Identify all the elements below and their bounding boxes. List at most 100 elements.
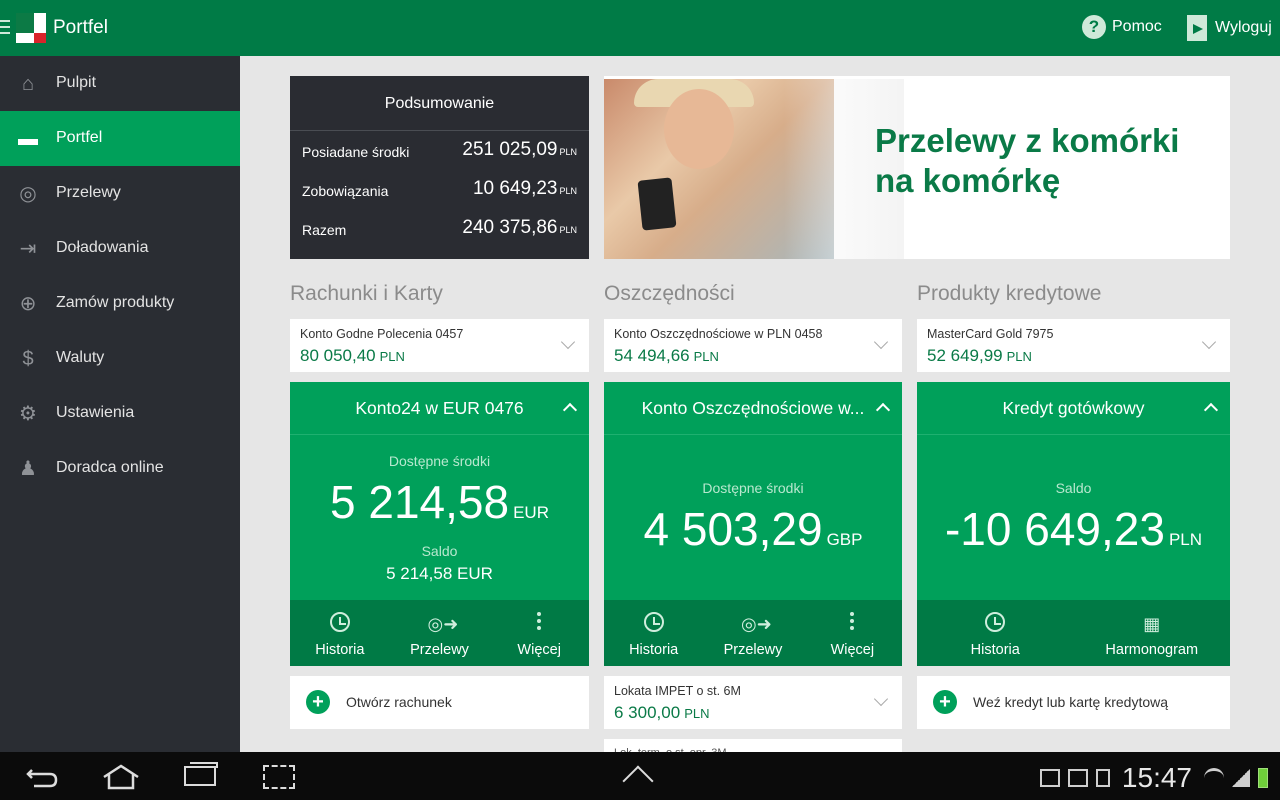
status-area: 15:47 xyxy=(1039,762,1268,794)
sidebar: ⌂ Pulpit ▬ Portfel ◎ Przelewy ⇥ Doładowa… xyxy=(0,56,240,752)
savings-amount: 54 494,66 PLN xyxy=(614,346,719,365)
logout-icon xyxy=(1187,15,1207,41)
recent-apps-icon[interactable] xyxy=(184,762,218,786)
deposit-amount: 6 300,00 PLN xyxy=(614,703,710,722)
sidebar-item-doladowania[interactable]: ⇥ Doładowania xyxy=(0,221,240,276)
history-button[interactable]: Historia xyxy=(917,600,1074,666)
savings-name: Konto Oszczędnościowe w PLN 0458 xyxy=(614,327,823,341)
logout-label: Wyloguj xyxy=(1215,19,1272,36)
chevron-up-icon[interactable] xyxy=(622,765,654,797)
transfers-button[interactable]: ◎➜ Przelewy xyxy=(390,600,490,666)
summary-label: Posiadane środki xyxy=(302,144,410,160)
available-label: Dostępne środki xyxy=(702,480,804,496)
credit-card-header[interactable]: Kredyt gotówkowy xyxy=(917,382,1230,435)
summary-label: Zobowiązania xyxy=(302,183,389,199)
phone-icon xyxy=(637,177,677,231)
sidebar-item-label: Ustawienia xyxy=(56,404,135,421)
transfer-icon: ◎ xyxy=(19,183,37,205)
sidebar-item-zamow-produkty[interactable]: ⊕ Zamów produkty xyxy=(0,276,240,331)
more-button[interactable]: Więcej xyxy=(489,600,589,666)
chevron-up-icon xyxy=(1203,402,1219,418)
more-button[interactable]: Więcej xyxy=(803,600,902,666)
sidebar-item-label: Waluty xyxy=(56,349,105,366)
sidebar-item-przelewy[interactable]: ◎ Przelewy xyxy=(0,166,240,221)
sidebar-item-pulpit[interactable]: ⌂ Pulpit xyxy=(0,56,240,111)
advisor-icon: ♟ xyxy=(19,458,37,480)
available-label: Dostępne środki xyxy=(388,453,491,469)
account-card-expanded: Konto24 w EUR 0476 Dostępne środki 5 214… xyxy=(290,382,589,666)
savings-card-collapsed[interactable]: Konto Oszczędnościowe w PLN 0458 54 494,… xyxy=(604,319,902,372)
back-icon[interactable] xyxy=(26,766,58,788)
plus-icon: + xyxy=(306,690,330,714)
sidebar-item-ustawienia[interactable]: ⚙ Ustawienia xyxy=(0,386,240,441)
accounts-title: Rachunki i Karty xyxy=(290,282,443,305)
summary-currency: PLN xyxy=(559,147,577,157)
history-button[interactable]: Historia xyxy=(290,600,390,666)
chevron-up-icon xyxy=(562,402,578,418)
schedule-button[interactable]: ▦ Harmonogram xyxy=(1074,600,1231,666)
gallery-alert-icon xyxy=(1067,769,1088,787)
topup-icon: ⇥ xyxy=(19,238,37,260)
open-account-button[interactable]: + Otwórz rachunek xyxy=(290,676,589,729)
summary-title: Podsumowanie xyxy=(290,76,589,131)
logout-button[interactable]: Wyloguj xyxy=(1187,15,1272,41)
credit-actions: Historia ▦ Harmonogram xyxy=(917,600,1230,666)
credit-name: MasterCard Gold 7975 xyxy=(927,327,1054,341)
sidebar-item-label: Doradca online xyxy=(56,459,164,476)
main-content: Podsumowanie Posiadane środki 251 025,09… xyxy=(240,56,1280,752)
deposit-card-peek[interactable]: Lok. term. o st. opr. 3M xyxy=(604,739,902,752)
summary-value: 251 025,09 xyxy=(462,139,558,160)
summary-panel: Podsumowanie Posiadane środki 251 025,09… xyxy=(290,76,589,259)
saldo-amount: -10 649,23 PLN xyxy=(944,503,1203,555)
transfers-button[interactable]: ◎➜ Przelewy xyxy=(703,600,802,666)
sidebar-item-label: Zamów produkty xyxy=(56,294,175,311)
credit-amount: 52 649,99 PLN xyxy=(927,346,1032,365)
account-card-header[interactable]: Konto24 w EUR 0476 xyxy=(290,382,589,435)
credit-title: Produkty kredytowe xyxy=(917,282,1102,305)
chevron-down-icon xyxy=(873,334,889,350)
signal-icon xyxy=(1232,769,1250,787)
saldo-amount: 5 214,58 EUR xyxy=(386,564,493,583)
get-credit-button[interactable]: + Weź kredyt lub kartę kredytową xyxy=(917,676,1230,729)
calendar-icon: ▦ xyxy=(1143,614,1161,634)
credit-card-expanded: Kredyt gotówkowy Saldo -10 649,23 PLN His… xyxy=(917,382,1230,666)
wifi-icon xyxy=(1204,768,1224,788)
more-icon xyxy=(527,612,551,636)
currency-icon: $ xyxy=(22,348,34,370)
open-account-label: Otwórz rachunek xyxy=(346,694,452,710)
promo-banner[interactable]: Przelewy z komórki na komórkę xyxy=(604,76,1230,259)
chevron-up-icon xyxy=(875,402,891,418)
chevron-down-icon xyxy=(1201,334,1217,350)
savings-title: Oszczędności xyxy=(604,282,735,305)
summary-currency: PLN xyxy=(559,186,577,196)
banner-text: Przelewy z komórki na komórkę xyxy=(875,122,1180,199)
sidebar-item-label: Portfel xyxy=(56,129,103,146)
plus-icon: + xyxy=(933,690,957,714)
app-header: Portfel ? Pomoc Wyloguj xyxy=(0,0,1280,56)
account-card-collapsed[interactable]: Konto Godne Polecenia 0457 80 050,40 PLN xyxy=(290,319,589,372)
sd-card-icon xyxy=(1095,769,1110,787)
credit-card-collapsed[interactable]: MasterCard Gold 7975 52 649,99 PLN xyxy=(917,319,1230,372)
history-icon xyxy=(983,612,1007,636)
chevron-down-icon xyxy=(873,691,889,707)
menu-icon[interactable] xyxy=(0,20,10,38)
sidebar-item-doradca-online[interactable]: ♟ Doradca online xyxy=(0,441,240,496)
transfer-icon: ◎➜ xyxy=(427,614,459,634)
savings-actions: Historia ◎➜ Przelewy Więcej xyxy=(604,600,902,666)
deposit-card-collapsed[interactable]: Lokata IMPET o st. 6M 6 300,00 PLN xyxy=(604,676,902,729)
account-amount: 80 050,40 PLN xyxy=(300,346,405,365)
sidebar-item-waluty[interactable]: $ Waluty xyxy=(0,331,240,386)
savings-card-expanded: Konto Oszczędnościowe w... Dostępne środ… xyxy=(604,382,902,666)
help-button[interactable]: ? Pomoc xyxy=(1082,15,1162,39)
transfer-icon: ◎➜ xyxy=(740,614,772,634)
clock: 15:47 xyxy=(1121,762,1192,793)
sidebar-item-portfel[interactable]: ▬ Portfel xyxy=(0,111,240,166)
home-icon[interactable] xyxy=(102,764,140,790)
saldo-label: Saldo xyxy=(421,543,458,559)
gear-icon: ⚙ xyxy=(19,403,37,425)
screenshot-icon[interactable] xyxy=(263,765,295,789)
history-button[interactable]: Historia xyxy=(604,600,703,666)
summary-value: 240 375,86 xyxy=(462,217,558,238)
savings-card-header[interactable]: Konto Oszczędnościowe w... xyxy=(604,382,902,435)
gallery-icon xyxy=(1039,769,1060,787)
